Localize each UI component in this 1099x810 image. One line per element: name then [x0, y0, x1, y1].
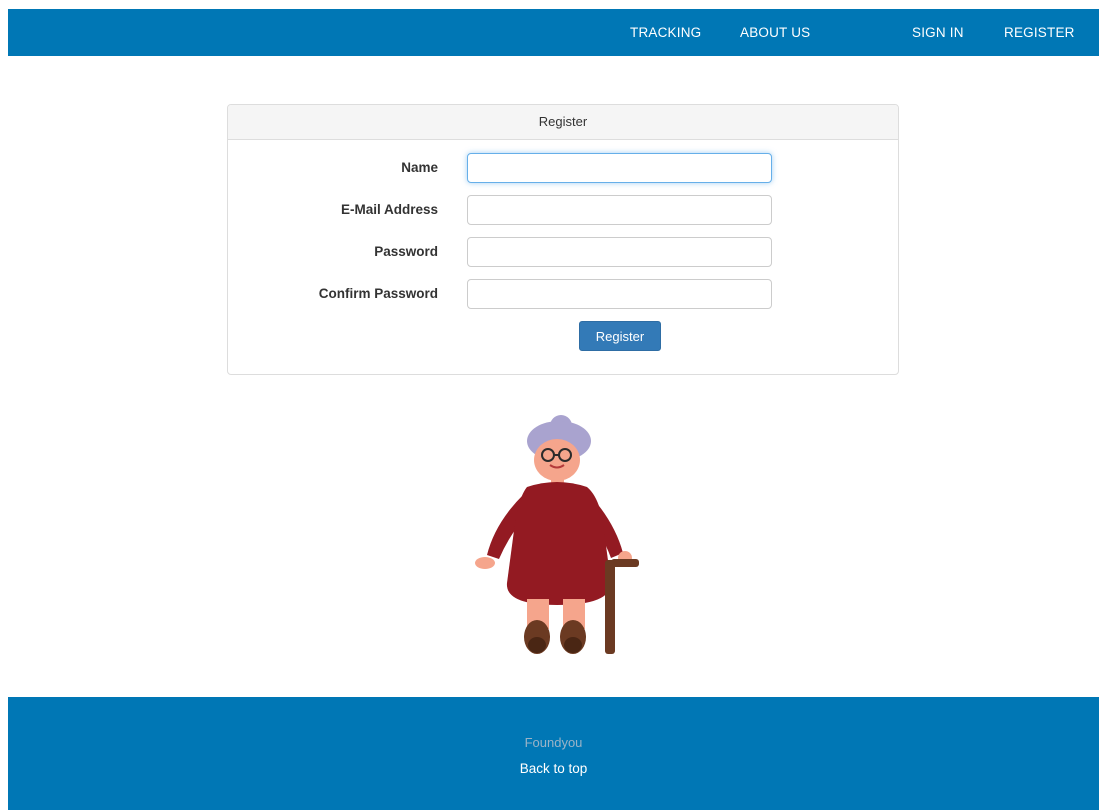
footer: Foundyou Back to top [8, 697, 1099, 810]
nav-link-register[interactable]: REGISTER [1004, 9, 1075, 56]
elderly-woman-with-cane-illustration [475, 415, 639, 654]
email-label: E-Mail Address [340, 202, 438, 217]
panel-heading: Register [228, 105, 898, 140]
name-label: Name [401, 160, 438, 175]
register-submit-button[interactable]: Register [579, 321, 661, 351]
back-to-top-link[interactable]: Back to top [8, 761, 1099, 776]
email-input[interactable] [467, 195, 772, 225]
password-label: Password [374, 244, 438, 259]
top-navbar: TRACKING ABOUT US SIGN IN REGISTER [8, 9, 1099, 56]
confirm-password-label: Confirm Password [318, 286, 438, 301]
nav-link-about-us[interactable]: ABOUT US [740, 9, 810, 56]
nav-link-sign-in[interactable]: SIGN IN [912, 9, 964, 56]
nav-link-tracking[interactable]: TRACKING [630, 9, 701, 56]
password-input[interactable] [467, 237, 772, 267]
confirm-password-input[interactable] [467, 279, 772, 309]
name-input[interactable] [467, 153, 772, 183]
register-panel: Register Name E-Mail Address Password Co… [227, 104, 899, 375]
footer-brand: Foundyou [524, 735, 583, 750]
